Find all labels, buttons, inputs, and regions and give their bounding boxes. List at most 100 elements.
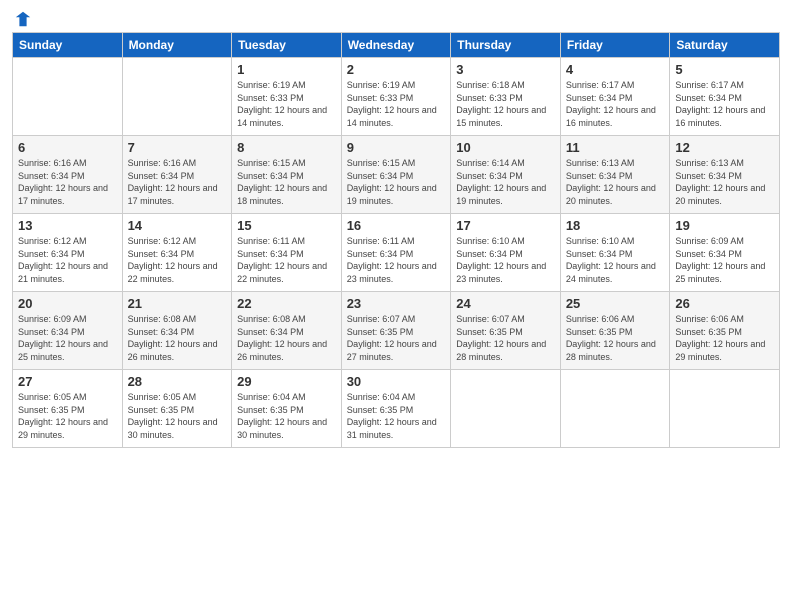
calendar-cell: 29Sunrise: 6:04 AM Sunset: 6:35 PM Dayli… (232, 370, 342, 448)
calendar-cell: 15 Sunrise: 6:11 AM Sunset: 6:34 PM Dayli… (232, 214, 342, 292)
calendar-cell (122, 58, 232, 136)
day-info: Sunrise: 6:05 AM Sunset: 6:35 PM Dayligh… (128, 391, 227, 441)
calendar-cell: 5 Sunrise: 6:17 AM Sunset: 6:34 PM Daylig… (670, 58, 780, 136)
day-info: Sunrise: 6:08 AM Sunset: 6:34 PM Dayligh… (128, 313, 227, 363)
day-info: Sunrise: 6:12 AM Sunset: 6:34 PM Dayligh… (128, 235, 227, 285)
day-number: 4 (566, 62, 665, 77)
calendar-cell: 6 Sunrise: 6:16 AM Sunset: 6:34 PM Daylig… (13, 136, 123, 214)
day-info: Sunrise: 6:13 AM Sunset: 6:34 PM Dayligh… (566, 157, 665, 207)
day-number: 19 (675, 218, 774, 233)
calendar-cell (451, 370, 561, 448)
day-info: Sunrise: 6:14 AM Sunset: 6:34 PM Dayligh… (456, 157, 555, 207)
day-number: 10 (456, 140, 555, 155)
day-number: 1 (237, 62, 336, 77)
calendar-cell: 4 Sunrise: 6:17 AM Sunset: 6:34 PM Daylig… (560, 58, 670, 136)
calendar-cell: 1 Sunrise: 6:19 AM Sunset: 6:33 PM Daylig… (232, 58, 342, 136)
day-info: Sunrise: 6:19 AM Sunset: 6:33 PM Dayligh… (237, 79, 336, 129)
logo-flag-icon (14, 10, 32, 28)
day-number: 8 (237, 140, 336, 155)
calendar-cell: 2 Sunrise: 6:19 AM Sunset: 6:33 PM Daylig… (341, 58, 451, 136)
day-number: 6 (18, 140, 117, 155)
logo (12, 10, 32, 24)
calendar-cell: 8 Sunrise: 6:15 AM Sunset: 6:34 PM Daylig… (232, 136, 342, 214)
calendar-cell (560, 370, 670, 448)
day-number: 12 (675, 140, 774, 155)
day-info: Sunrise: 6:16 AM Sunset: 6:34 PM Dayligh… (128, 157, 227, 207)
calendar-day-header: Sunday (13, 33, 123, 58)
day-info: Sunrise: 6:05 AM Sunset: 6:35 PM Dayligh… (18, 391, 117, 441)
day-number: 15 (237, 218, 336, 233)
day-number: 16 (347, 218, 446, 233)
calendar-cell: 17 Sunrise: 6:10 AM Sunset: 6:34 PM Dayli… (451, 214, 561, 292)
calendar-cell: 26 Sunrise: 6:06 AM Sunset: 6:35 PM Dayli… (670, 292, 780, 370)
day-info: Sunrise: 6:09 AM Sunset: 6:34 PM Dayligh… (18, 313, 117, 363)
calendar-day-header: Thursday (451, 33, 561, 58)
calendar-day-header: Tuesday (232, 33, 342, 58)
calendar-cell: 7 Sunrise: 6:16 AM Sunset: 6:34 PM Daylig… (122, 136, 232, 214)
day-number: 20 (18, 296, 117, 311)
calendar-cell: 11Sunrise: 6:13 AM Sunset: 6:34 PM Dayli… (560, 136, 670, 214)
day-info: Sunrise: 6:16 AM Sunset: 6:34 PM Dayligh… (18, 157, 117, 207)
day-number: 29 (237, 374, 336, 389)
calendar-day-header: Friday (560, 33, 670, 58)
day-info: Sunrise: 6:15 AM Sunset: 6:34 PM Dayligh… (237, 157, 336, 207)
calendar-cell: 25 Sunrise: 6:06 AM Sunset: 6:35 PM Dayli… (560, 292, 670, 370)
calendar-day-header: Monday (122, 33, 232, 58)
day-number: 14 (128, 218, 227, 233)
calendar-cell: 22 Sunrise: 6:08 AM Sunset: 6:34 PM Dayli… (232, 292, 342, 370)
day-number: 28 (128, 374, 227, 389)
day-number: 25 (566, 296, 665, 311)
day-info: Sunrise: 6:17 AM Sunset: 6:34 PM Dayligh… (566, 79, 665, 129)
calendar-cell: 10 Sunrise: 6:14 AM Sunset: 6:34 PM Dayli… (451, 136, 561, 214)
day-number: 3 (456, 62, 555, 77)
page-header (12, 10, 780, 24)
day-number: 26 (675, 296, 774, 311)
calendar-cell: 19Sunrise: 6:09 AM Sunset: 6:34 PM Dayli… (670, 214, 780, 292)
day-info: Sunrise: 6:08 AM Sunset: 6:34 PM Dayligh… (237, 313, 336, 363)
calendar-cell: 12 Sunrise: 6:13 AM Sunset: 6:34 PM Dayli… (670, 136, 780, 214)
calendar-cell: 21Sunrise: 6:08 AM Sunset: 6:34 PM Dayli… (122, 292, 232, 370)
calendar-week-row: 1 Sunrise: 6:19 AM Sunset: 6:33 PM Daylig… (13, 58, 780, 136)
day-info: Sunrise: 6:07 AM Sunset: 6:35 PM Dayligh… (456, 313, 555, 363)
calendar-day-header: Wednesday (341, 33, 451, 58)
day-number: 27 (18, 374, 117, 389)
day-info: Sunrise: 6:04 AM Sunset: 6:35 PM Dayligh… (347, 391, 446, 441)
calendar-cell (670, 370, 780, 448)
calendar-week-row: 27 Sunrise: 6:05 AM Sunset: 6:35 PM Dayli… (13, 370, 780, 448)
day-info: Sunrise: 6:11 AM Sunset: 6:34 PM Dayligh… (347, 235, 446, 285)
day-number: 2 (347, 62, 446, 77)
day-info: Sunrise: 6:10 AM Sunset: 6:34 PM Dayligh… (566, 235, 665, 285)
day-info: Sunrise: 6:18 AM Sunset: 6:33 PM Dayligh… (456, 79, 555, 129)
calendar-day-header: Saturday (670, 33, 780, 58)
day-info: Sunrise: 6:17 AM Sunset: 6:34 PM Dayligh… (675, 79, 774, 129)
calendar-header-row: SundayMondayTuesdayWednesdayThursdayFrid… (13, 33, 780, 58)
calendar-week-row: 13Sunrise: 6:12 AM Sunset: 6:34 PM Dayli… (13, 214, 780, 292)
day-info: Sunrise: 6:06 AM Sunset: 6:35 PM Dayligh… (675, 313, 774, 363)
day-info: Sunrise: 6:13 AM Sunset: 6:34 PM Dayligh… (675, 157, 774, 207)
calendar-table: SundayMondayTuesdayWednesdayThursdayFrid… (12, 32, 780, 448)
day-info: Sunrise: 6:10 AM Sunset: 6:34 PM Dayligh… (456, 235, 555, 285)
day-number: 5 (675, 62, 774, 77)
calendar-cell (13, 58, 123, 136)
day-info: Sunrise: 6:12 AM Sunset: 6:34 PM Dayligh… (18, 235, 117, 285)
day-number: 17 (456, 218, 555, 233)
day-info: Sunrise: 6:06 AM Sunset: 6:35 PM Dayligh… (566, 313, 665, 363)
calendar-cell: 16 Sunrise: 6:11 AM Sunset: 6:34 PM Dayli… (341, 214, 451, 292)
day-info: Sunrise: 6:15 AM Sunset: 6:34 PM Dayligh… (347, 157, 446, 207)
calendar-cell: 28 Sunrise: 6:05 AM Sunset: 6:35 PM Dayli… (122, 370, 232, 448)
calendar-cell: 3 Sunrise: 6:18 AM Sunset: 6:33 PM Daylig… (451, 58, 561, 136)
day-info: Sunrise: 6:19 AM Sunset: 6:33 PM Dayligh… (347, 79, 446, 129)
day-number: 30 (347, 374, 446, 389)
calendar-cell: 24 Sunrise: 6:07 AM Sunset: 6:35 PM Dayli… (451, 292, 561, 370)
day-number: 23 (347, 296, 446, 311)
day-number: 7 (128, 140, 227, 155)
day-number: 9 (347, 140, 446, 155)
day-info: Sunrise: 6:07 AM Sunset: 6:35 PM Dayligh… (347, 313, 446, 363)
calendar-cell: 20 Sunrise: 6:09 AM Sunset: 6:34 PM Dayli… (13, 292, 123, 370)
calendar-cell: 23 Sunrise: 6:07 AM Sunset: 6:35 PM Dayli… (341, 292, 451, 370)
day-number: 24 (456, 296, 555, 311)
calendar-cell: 9 Sunrise: 6:15 AM Sunset: 6:34 PM Daylig… (341, 136, 451, 214)
day-number: 22 (237, 296, 336, 311)
day-info: Sunrise: 6:11 AM Sunset: 6:34 PM Dayligh… (237, 235, 336, 285)
calendar-cell: 13Sunrise: 6:12 AM Sunset: 6:34 PM Dayli… (13, 214, 123, 292)
